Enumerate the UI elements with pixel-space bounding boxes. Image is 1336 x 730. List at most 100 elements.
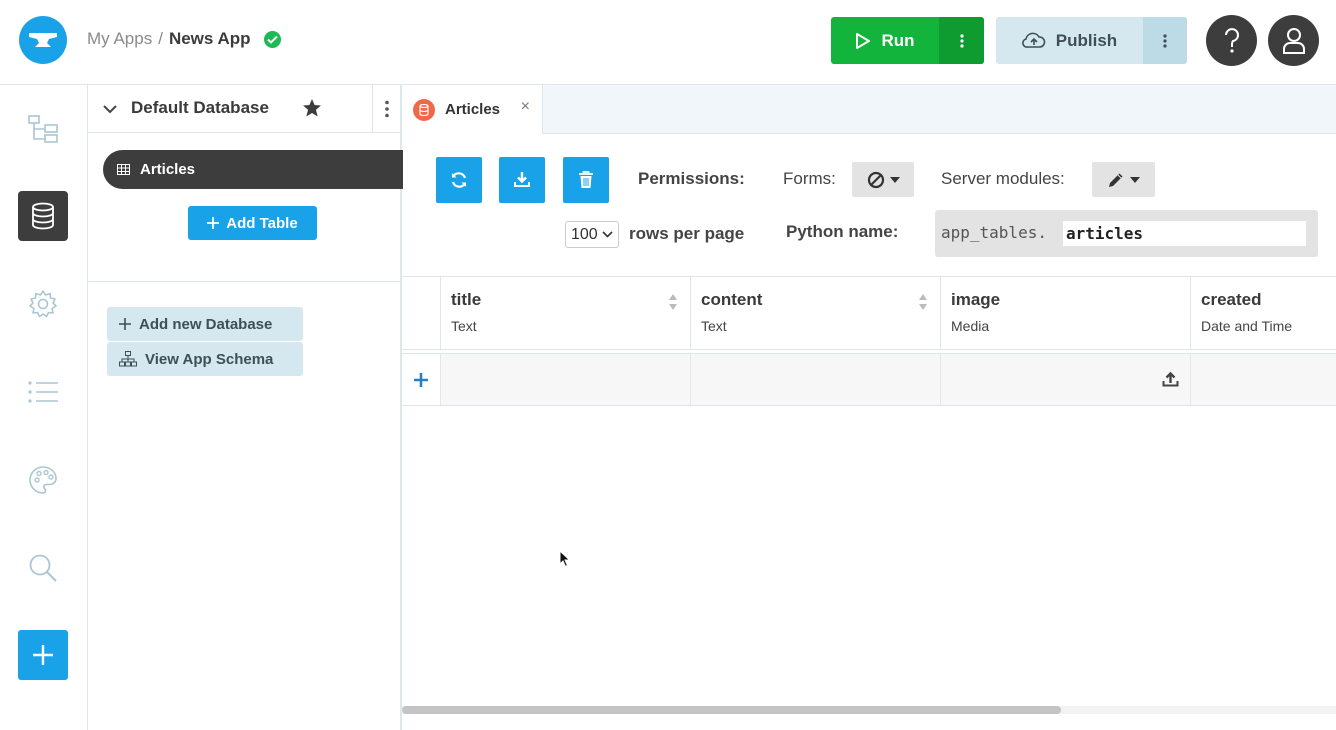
refresh-button[interactable] <box>436 157 482 203</box>
plus-icon <box>119 318 131 330</box>
tab-articles[interactable]: Articles × <box>402 85 543 134</box>
row-gutter-header <box>402 277 441 349</box>
saved-check-icon <box>264 30 282 48</box>
table-item-articles[interactable]: Articles <box>103 150 403 189</box>
view-app-schema-button[interactable]: View App Schema <box>107 342 303 376</box>
server-modules-label: Server modules: <box>941 169 1065 188</box>
cloud-upload-icon <box>1021 32 1046 48</box>
trash-icon <box>579 171 593 188</box>
add-table-button[interactable]: Add Table <box>188 206 317 240</box>
column-name: created <box>1201 290 1262 309</box>
editor-tab-bar: Articles × <box>402 85 1336 134</box>
new-row-cell-title[interactable] <box>441 354 691 405</box>
breadcrumb-separator: / <box>158 29 163 48</box>
add-new-database-button[interactable]: Add new Database <box>107 307 303 341</box>
anvil-logo-icon[interactable] <box>19 16 67 64</box>
python-name-input[interactable]: articles <box>1063 221 1306 246</box>
new-row-cell-created[interactable] <box>1191 354 1336 405</box>
plus-icon <box>33 645 53 665</box>
play-icon <box>856 32 871 49</box>
scrollbar-thumb[interactable] <box>402 706 1061 714</box>
plus-icon <box>207 217 220 229</box>
add-new-database-label: Add new Database <box>139 315 273 333</box>
app-tree-icon <box>28 115 58 143</box>
add-row-button[interactable] <box>402 354 441 405</box>
database-menu-button[interactable] <box>372 85 400 133</box>
database-icon <box>32 202 54 230</box>
user-icon <box>1282 27 1305 54</box>
refresh-icon <box>451 172 467 188</box>
tab-label: Articles <box>445 101 501 118</box>
panel-divider <box>88 281 400 282</box>
top-bar: My Apps / News App Run Publish <box>0 0 1336 85</box>
breadcrumb-my-apps[interactable]: My Apps <box>87 29 152 49</box>
new-row-cell-content[interactable] <box>691 354 941 405</box>
breadcrumb: My Apps / News App <box>87 29 282 49</box>
rail-app-tree[interactable] <box>18 104 68 154</box>
help-button[interactable] <box>1206 15 1257 66</box>
mouse-cursor-icon <box>559 550 571 568</box>
column-type: Date and Time <box>1201 318 1293 334</box>
upload-icon[interactable] <box>1162 371 1179 387</box>
publish-label: Publish <box>1055 30 1118 50</box>
column-header-created[interactable]: created Date and Time <box>1191 277 1336 349</box>
run-button-group: Run <box>831 17 984 64</box>
table-grid-icon <box>117 164 130 175</box>
palette-icon <box>29 466 57 494</box>
caret-down-icon <box>1130 176 1140 183</box>
rows-per-page-value: 100 <box>571 225 598 243</box>
rail-theme[interactable] <box>18 455 68 505</box>
column-name: title <box>451 290 482 309</box>
rail-add-button[interactable] <box>18 630 68 680</box>
forms-label: Forms: <box>783 169 836 188</box>
database-panel: Default Database Articles Add Table Add … <box>88 85 403 730</box>
python-name-box: app_tables. articles <box>935 210 1318 257</box>
forms-permission-dropdown[interactable] <box>852 162 914 197</box>
publish-more-button[interactable] <box>1143 17 1187 64</box>
rail-outline[interactable] <box>18 367 68 417</box>
column-type: Text <box>701 318 727 334</box>
rows-per-page-select[interactable]: 100 <box>565 221 619 248</box>
close-icon[interactable]: × <box>521 98 530 116</box>
rail-search[interactable] <box>18 543 68 593</box>
sort-icon[interactable] <box>918 293 928 311</box>
server-modules-permission-dropdown[interactable] <box>1092 162 1155 197</box>
chevron-down-icon[interactable] <box>102 99 118 119</box>
column-name: content <box>701 290 763 309</box>
rail-settings[interactable] <box>18 279 68 329</box>
view-app-schema-label: View App Schema <box>145 350 274 368</box>
no-access-icon <box>867 171 884 188</box>
python-name-prefix: app_tables. <box>941 223 1047 242</box>
search-icon <box>29 554 57 582</box>
run-button[interactable]: Run <box>831 17 939 64</box>
table-item-label: Articles <box>140 161 196 178</box>
new-row-cell-image[interactable] <box>941 354 1191 405</box>
rail-data-tables[interactable] <box>18 191 68 241</box>
download-icon <box>514 172 530 187</box>
column-header-image[interactable]: image Media <box>941 277 1191 349</box>
user-account-button[interactable] <box>1268 15 1319 66</box>
kebab-icon <box>1163 33 1167 48</box>
horizontal-scrollbar[interactable] <box>402 706 1336 714</box>
permissions-label: Permissions: <box>638 169 745 188</box>
run-more-button[interactable] <box>939 17 984 64</box>
download-button[interactable] <box>499 157 545 203</box>
delete-table-button[interactable] <box>563 157 609 203</box>
caret-down-icon <box>889 176 900 183</box>
column-header-title[interactable]: title Text <box>441 277 691 349</box>
list-icon <box>28 381 58 403</box>
python-name-label: Python name: <box>786 222 899 241</box>
column-name: image <box>951 290 1001 309</box>
new-row <box>402 354 1336 406</box>
column-header-content[interactable]: content Text <box>691 277 941 349</box>
database-name[interactable]: Default Database <box>131 98 269 118</box>
rows-per-page-label: rows per page <box>629 224 745 243</box>
star-icon[interactable] <box>302 98 322 118</box>
kebab-icon <box>384 100 389 118</box>
sort-icon[interactable] <box>668 293 678 311</box>
publish-button-group: Publish <box>996 17 1187 64</box>
add-table-label: Add Table <box>226 214 298 232</box>
gear-icon <box>29 290 57 318</box>
database-icon <box>413 98 435 121</box>
publish-button[interactable]: Publish <box>996 17 1143 64</box>
